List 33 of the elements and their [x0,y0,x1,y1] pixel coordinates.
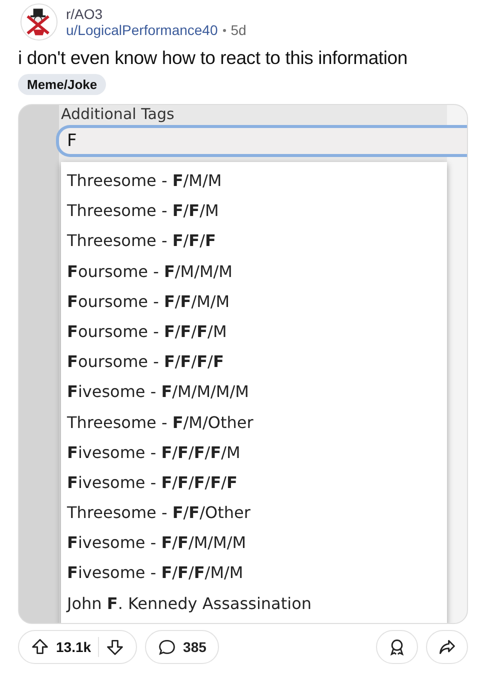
field-label: Additional Tags [61,105,176,123]
share-icon [438,638,456,656]
separator-dot [222,28,226,32]
award-icon [388,638,406,656]
suggestion-item[interactable]: Threesome - F/F/M [61,196,447,226]
share-button[interactable] [426,630,468,664]
suggestion-item[interactable]: Foursome - F/F/F/M [61,316,447,348]
author-link[interactable]: u/LogicalPerformance40 [66,22,218,38]
post-title: i don't even know how to react to this information [18,46,408,70]
avatar-icon[interactable] [20,3,58,41]
suggestion-item[interactable]: Fivesome - F/F/F/M/M [61,558,447,589]
award-button[interactable] [376,630,418,664]
suggestion-item[interactable]: Fivesome - F/F/F/F/M [61,438,447,468]
suggestion-item[interactable]: Threesome - F/M/M [61,166,447,196]
suggestion-item[interactable]: John F. Kennedy Assassination [61,588,447,619]
suggestion-item[interactable]: Threesome - F/M/Other [61,408,447,438]
suggestion-item[interactable]: Threesome - F/F/F [61,226,447,257]
suggestion-item[interactable]: Threesome - F/F/Other [61,498,447,528]
flair-tag[interactable]: Meme/Joke [18,74,106,95]
suggestion-item[interactable]: Fivesome - F/M/M/M/M [61,377,447,408]
suggestion-item[interactable]: Foursome - F/F/M/M [61,286,447,317]
comments-button[interactable]: 385 [145,630,220,664]
suggestion-item[interactable]: Fivesome - F/F/F/F/F [61,468,447,498]
subreddit-link[interactable]: r/AO3 [66,6,246,22]
vote-count: 13.1k [56,639,92,655]
post-age: 5d [230,22,246,38]
tag-input-field[interactable]: F [56,125,467,157]
suggestion-item[interactable]: Foursome - F/F/F/F [61,347,447,378]
upvote-icon[interactable] [31,638,49,656]
suggestion-item[interactable]: Fivesome - F/F/M/M/M [61,528,447,558]
downvote-icon[interactable] [106,638,124,656]
suggestion-item[interactable]: Foursome - F/M/M/M [61,256,447,287]
comment-icon [158,638,176,656]
